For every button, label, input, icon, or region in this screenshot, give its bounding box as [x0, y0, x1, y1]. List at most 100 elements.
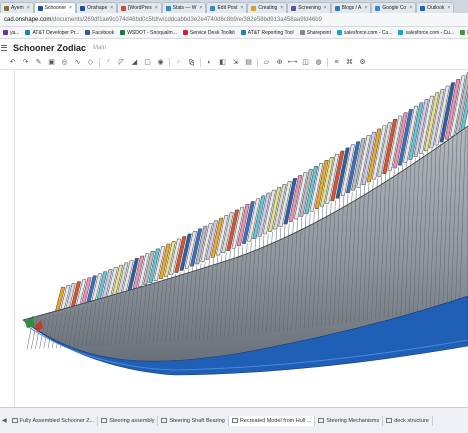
bookmark-item[interactable]: AT&T Reporting Tool	[238, 30, 297, 36]
plane-icon[interactable]: ▱	[262, 58, 271, 67]
mirror-icon[interactable]: ⧎	[187, 58, 196, 67]
browser-tab[interactable]: Onshape ×	[75, 2, 118, 13]
feature-list-panel[interactable]	[0, 70, 15, 407]
bookmark-icon	[460, 30, 466, 35]
scroll-left-icon[interactable]: ◀	[0, 417, 9, 424]
toolbar-divider	[99, 58, 100, 67]
browser-tab[interactable]: Stats — W ×	[161, 2, 207, 13]
transform-icon[interactable]: ⇲	[231, 58, 240, 67]
tab-favicon-icon	[37, 5, 43, 11]
bookmark-label: salesforce.com - Cu...	[405, 29, 455, 36]
tab-close-icon[interactable]: ×	[27, 5, 30, 11]
sweep-icon[interactable]: ∿	[73, 58, 82, 67]
settings-icon[interactable]: ⚙	[358, 58, 367, 67]
browser-tab[interactable]: Creating ×	[247, 2, 288, 13]
bookmark-item[interactable]: Sharepoint	[297, 30, 334, 36]
tab-close-icon[interactable]: ×	[155, 5, 158, 11]
tab-close-icon[interactable]: ×	[409, 5, 412, 11]
address-bar[interactable]: cad.onshape.com/documents/269df1ae9c074d…	[0, 13, 468, 27]
bookmark-item[interactable]: AT&T Developer Pr...	[22, 30, 82, 36]
undo-icon[interactable]: ↶	[8, 58, 17, 67]
bookmark-label: Sharepoint	[306, 29, 331, 36]
toolbar-divider	[257, 58, 258, 67]
browser-tab[interactable]: Outlook ×	[416, 2, 455, 13]
tab-favicon-icon	[375, 5, 381, 11]
bookmark-label: WSDOT - Snoqualm...	[127, 29, 177, 36]
pattern-icon[interactable]: ⁘	[174, 58, 183, 67]
tab-close-icon[interactable]: ×	[324, 5, 327, 11]
element-tab[interactable]: Steering assembly	[98, 415, 159, 426]
extrude-icon[interactable]: ▣	[47, 58, 56, 67]
shell-icon[interactable]: ▢	[143, 58, 152, 67]
browser-tab[interactable]: Blogs / A ×	[330, 2, 372, 13]
tab-favicon-icon	[121, 5, 127, 11]
redo-icon[interactable]: ↷	[21, 58, 30, 67]
tab-close-icon[interactable]: ×	[200, 5, 203, 11]
loft-icon[interactable]: ◇	[86, 58, 95, 67]
section-icon[interactable]: ◫	[301, 58, 310, 67]
tab-close-icon[interactable]: ×	[447, 5, 450, 11]
sketch-icon[interactable]: ✎	[34, 58, 43, 67]
browser-tab[interactable]: [WordPres ×	[117, 2, 162, 13]
tab-label: Schooner	[44, 5, 67, 11]
bookmark-item[interactable]: Facebook	[82, 30, 117, 36]
assembly-icon	[101, 418, 108, 423]
element-tab[interactable]: Recreated Model from Hull ...	[228, 415, 316, 426]
bookmark-icon	[182, 30, 188, 35]
hull-model[interactable]	[15, 70, 468, 407]
tab-label: Google Co	[382, 5, 407, 11]
bookmark-item[interactable]: WSDOT - Snoqualm...	[117, 30, 180, 36]
variable-icon[interactable]: ≡	[332, 58, 341, 67]
element-tab[interactable]: deck structure	[383, 415, 433, 426]
tab-favicon-icon	[420, 5, 426, 11]
boolean-icon[interactable]: ◐	[205, 58, 214, 67]
tab-label: Stats — W	[172, 5, 197, 11]
bookmark-item[interactable]: Map - sh	[457, 30, 468, 36]
browser-tab[interactable]: Screening ×	[287, 2, 331, 13]
split-icon[interactable]: ◧	[218, 58, 227, 67]
browser-tab[interactable]: Edit Post ×	[206, 2, 248, 13]
browser-tab-strip: Ayem × Schooner × Onshape × [WordPres × Stats — …	[0, 0, 468, 14]
tab-close-icon[interactable]: ×	[280, 5, 283, 11]
appearance-icon[interactable]: ◍	[314, 58, 323, 67]
assembly-icon	[11, 418, 18, 423]
bookmark-icon	[120, 30, 126, 35]
mate-connector-icon[interactable]: ⊕	[275, 58, 284, 67]
browser-tab[interactable]: Schooner ×	[33, 2, 76, 13]
workspace-label[interactable]: Main	[93, 45, 106, 51]
element-tab[interactable]: Steering Mechanisms	[315, 415, 384, 426]
tab-label: Blogs / A	[341, 5, 362, 11]
tab-close-icon[interactable]: ×	[364, 5, 367, 11]
bookmark-icon	[85, 30, 91, 35]
tab-close-icon[interactable]: ×	[240, 5, 243, 11]
delete-part-icon[interactable]: ▤	[244, 58, 253, 67]
document-title[interactable]: Schooner Zodiac	[13, 43, 86, 53]
fillet-icon[interactable]: ◜	[104, 58, 113, 67]
url-host: cad.onshape.com	[4, 16, 52, 23]
bookmark-icon	[240, 30, 246, 35]
measure-icon[interactable]: ⟷	[287, 58, 297, 67]
bookmark-item[interactable]: salesforce.com - Cu...	[334, 30, 396, 36]
bookmark-item[interactable]: ya...	[0, 30, 22, 36]
url-text[interactable]: cad.onshape.com/documents/269df1ae9c074d…	[4, 17, 322, 23]
element-tab-label: Fully Assembled Schooner Z...	[19, 417, 95, 424]
menu-icon[interactable]	[1, 44, 7, 51]
bookmark-item[interactable]: Service Desk Toolkit	[180, 30, 238, 36]
bookmark-item[interactable]: salesforce.com - Cu...	[395, 30, 457, 36]
element-tab-label: Recreated Model from Hull ...	[239, 417, 312, 424]
tab-close-icon[interactable]: ×	[69, 5, 72, 11]
tab-close-icon[interactable]: ×	[110, 5, 113, 11]
tab-label: Ayem	[11, 5, 24, 11]
draft-icon[interactable]: ◢	[130, 58, 139, 67]
app-header: Schooner Zodiac Main	[0, 39, 468, 56]
feature-script-icon[interactable]: ⌘	[345, 58, 354, 67]
browser-tab[interactable]: Ayem ×	[0, 2, 34, 13]
hole-icon[interactable]: ◉	[156, 58, 165, 67]
chamfer-icon[interactable]: ◸	[117, 58, 126, 67]
browser-tab[interactable]: Google Co ×	[371, 2, 417, 13]
feature-toolbar: ↶ ↷ ✎ ▣ ◎ ∿ ◇ ◜ ◸ ◢ ▢ ◉ ⁘ ⧎ ◐ ◧ ⇲ ▤ ▱ ⊕ ⟷ ◫ ◍ ≡ ⌘ ⚙	[0, 56, 468, 70]
revolve-icon[interactable]: ◎	[60, 58, 69, 67]
element-tab[interactable]: Fully Assembled Schooner Z...	[9, 415, 99, 426]
element-tab[interactable]: Steering Shaft Bearing	[158, 415, 229, 426]
3d-viewport[interactable]	[15, 70, 468, 407]
